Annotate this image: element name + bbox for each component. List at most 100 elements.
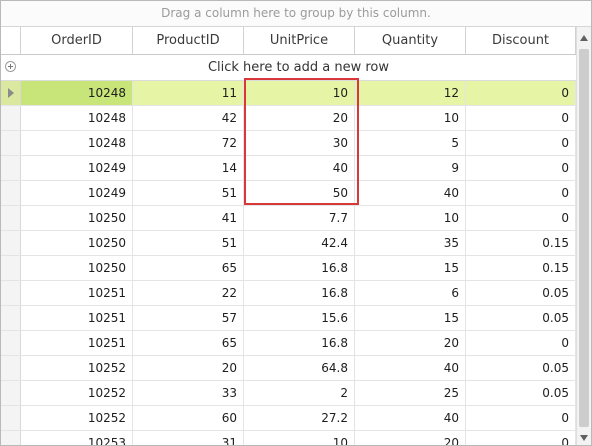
cell-productid[interactable]: 20 (133, 356, 244, 380)
cell-discount[interactable]: 0.15 (466, 256, 576, 280)
row-indicator[interactable] (1, 356, 21, 380)
table-row[interactable]: 10251 65 16.8 20 0 (1, 331, 576, 356)
cell-productid[interactable]: 57 (133, 306, 244, 330)
cell-discount[interactable]: 0 (466, 181, 576, 205)
row-indicator[interactable] (1, 256, 21, 280)
cell-unitprice[interactable]: 10 (244, 81, 355, 105)
table-row[interactable]: 10252 33 2 25 0.05 (1, 381, 576, 406)
cell-productid[interactable]: 41 (133, 206, 244, 230)
cell-productid[interactable]: 22 (133, 281, 244, 305)
column-header-quantity[interactable]: Quantity (355, 27, 466, 54)
cell-unitprice[interactable]: 30 (244, 131, 355, 155)
cell-quantity[interactable]: 25 (355, 381, 466, 405)
cell-unitprice[interactable]: 40 (244, 156, 355, 180)
cell-orderid[interactable]: 10248 (21, 81, 133, 105)
table-row[interactable]: 10251 57 15.6 15 0.05 (1, 306, 576, 331)
cell-unitprice[interactable]: 27.2 (244, 406, 355, 430)
cell-quantity[interactable]: 15 (355, 306, 466, 330)
scrollbar-thumb[interactable] (579, 49, 589, 427)
table-row[interactable]: 10249 51 50 40 0 (1, 181, 576, 206)
cell-orderid[interactable]: 10248 (21, 131, 133, 155)
cell-discount[interactable]: 0 (466, 131, 576, 155)
row-indicator[interactable] (1, 431, 21, 445)
cell-orderid[interactable]: 10252 (21, 356, 133, 380)
cell-unitprice[interactable]: 50 (244, 181, 355, 205)
row-indicator[interactable] (1, 156, 21, 180)
row-indicator[interactable] (1, 406, 21, 430)
cell-orderid[interactable]: 10252 (21, 381, 133, 405)
cell-quantity[interactable]: 40 (355, 181, 466, 205)
table-row[interactable]: 10250 51 42.4 35 0.15 (1, 231, 576, 256)
cell-discount[interactable]: 0.05 (466, 281, 576, 305)
data-grid[interactable]: Drag a column here to group by this colu… (0, 0, 592, 446)
cell-unitprice[interactable]: 64.8 (244, 356, 355, 380)
row-indicator[interactable] (1, 331, 21, 355)
cell-productid[interactable]: 11 (133, 81, 244, 105)
cell-orderid[interactable]: 10250 (21, 231, 133, 255)
cell-orderid[interactable]: 10248 (21, 106, 133, 130)
cell-unitprice[interactable]: 20 (244, 106, 355, 130)
cell-orderid[interactable]: 10250 (21, 206, 133, 230)
cell-orderid[interactable]: 10249 (21, 156, 133, 180)
group-panel[interactable]: Drag a column here to group by this colu… (1, 1, 591, 27)
cell-quantity[interactable]: 35 (355, 231, 466, 255)
cell-quantity[interactable]: 20 (355, 331, 466, 355)
table-row[interactable]: 10248 72 30 5 0 (1, 131, 576, 156)
row-indicator[interactable] (1, 306, 21, 330)
column-header-discount[interactable]: Discount (466, 27, 576, 54)
cell-orderid[interactable]: 10251 (21, 306, 133, 330)
cell-quantity[interactable]: 20 (355, 431, 466, 445)
cell-productid[interactable]: 31 (133, 431, 244, 445)
table-row[interactable]: 10249 14 40 9 0 (1, 156, 576, 181)
table-row[interactable]: 10250 41 7.7 10 0 (1, 206, 576, 231)
cell-unitprice[interactable]: 15.6 (244, 306, 355, 330)
cell-orderid[interactable]: 10249 (21, 181, 133, 205)
cell-quantity[interactable]: 10 (355, 206, 466, 230)
column-header-orderid[interactable]: OrderID (21, 27, 133, 54)
table-row[interactable]: 10251 22 16.8 6 0.05 (1, 281, 576, 306)
cell-orderid[interactable]: 10251 (21, 331, 133, 355)
row-indicator[interactable] (1, 181, 21, 205)
cell-productid[interactable]: 51 (133, 231, 244, 255)
cell-discount[interactable]: 0.15 (466, 231, 576, 255)
row-indicator[interactable] (1, 281, 21, 305)
column-header-productid[interactable]: ProductID (133, 27, 244, 54)
cell-discount[interactable]: 0 (466, 406, 576, 430)
cell-productid[interactable]: 42 (133, 106, 244, 130)
cell-productid[interactable]: 33 (133, 381, 244, 405)
cell-productid[interactable]: 14 (133, 156, 244, 180)
column-header-unitprice[interactable]: UnitPrice (244, 27, 355, 54)
cell-discount[interactable]: 0 (466, 81, 576, 105)
row-indicator[interactable] (1, 206, 21, 230)
row-indicator[interactable] (1, 106, 21, 130)
table-row[interactable]: 10248 11 10 12 0 (1, 81, 576, 106)
table-row[interactable]: 10252 60 27.2 40 0 (1, 406, 576, 431)
cell-unitprice[interactable]: 16.8 (244, 331, 355, 355)
scroll-up-icon[interactable] (580, 35, 588, 41)
cell-unitprice[interactable]: 7.7 (244, 206, 355, 230)
cell-discount[interactable]: 0 (466, 431, 576, 445)
cell-productid[interactable]: 65 (133, 331, 244, 355)
scroll-down-icon[interactable] (580, 435, 588, 441)
cell-unitprice[interactable]: 10 (244, 431, 355, 445)
cell-quantity[interactable]: 12 (355, 81, 466, 105)
cell-quantity[interactable]: 10 (355, 106, 466, 130)
cell-productid[interactable]: 72 (133, 131, 244, 155)
cell-discount[interactable]: 0.05 (466, 306, 576, 330)
table-row[interactable]: 10250 65 16.8 15 0.15 (1, 256, 576, 281)
cell-unitprice[interactable]: 42.4 (244, 231, 355, 255)
cell-quantity[interactable]: 6 (355, 281, 466, 305)
row-indicator[interactable] (1, 231, 21, 255)
cell-discount[interactable]: 0 (466, 156, 576, 180)
vertical-scrollbar[interactable] (576, 27, 591, 445)
cell-quantity[interactable]: 40 (355, 406, 466, 430)
cell-orderid[interactable]: 10253 (21, 431, 133, 445)
cell-orderid[interactable]: 10250 (21, 256, 133, 280)
cell-unitprice[interactable]: 16.8 (244, 281, 355, 305)
cell-orderid[interactable]: 10251 (21, 281, 133, 305)
cell-productid[interactable]: 65 (133, 256, 244, 280)
cell-discount[interactable]: 0.05 (466, 356, 576, 380)
cell-unitprice[interactable]: 16.8 (244, 256, 355, 280)
cell-quantity[interactable]: 15 (355, 256, 466, 280)
cell-orderid[interactable]: 10252 (21, 406, 133, 430)
